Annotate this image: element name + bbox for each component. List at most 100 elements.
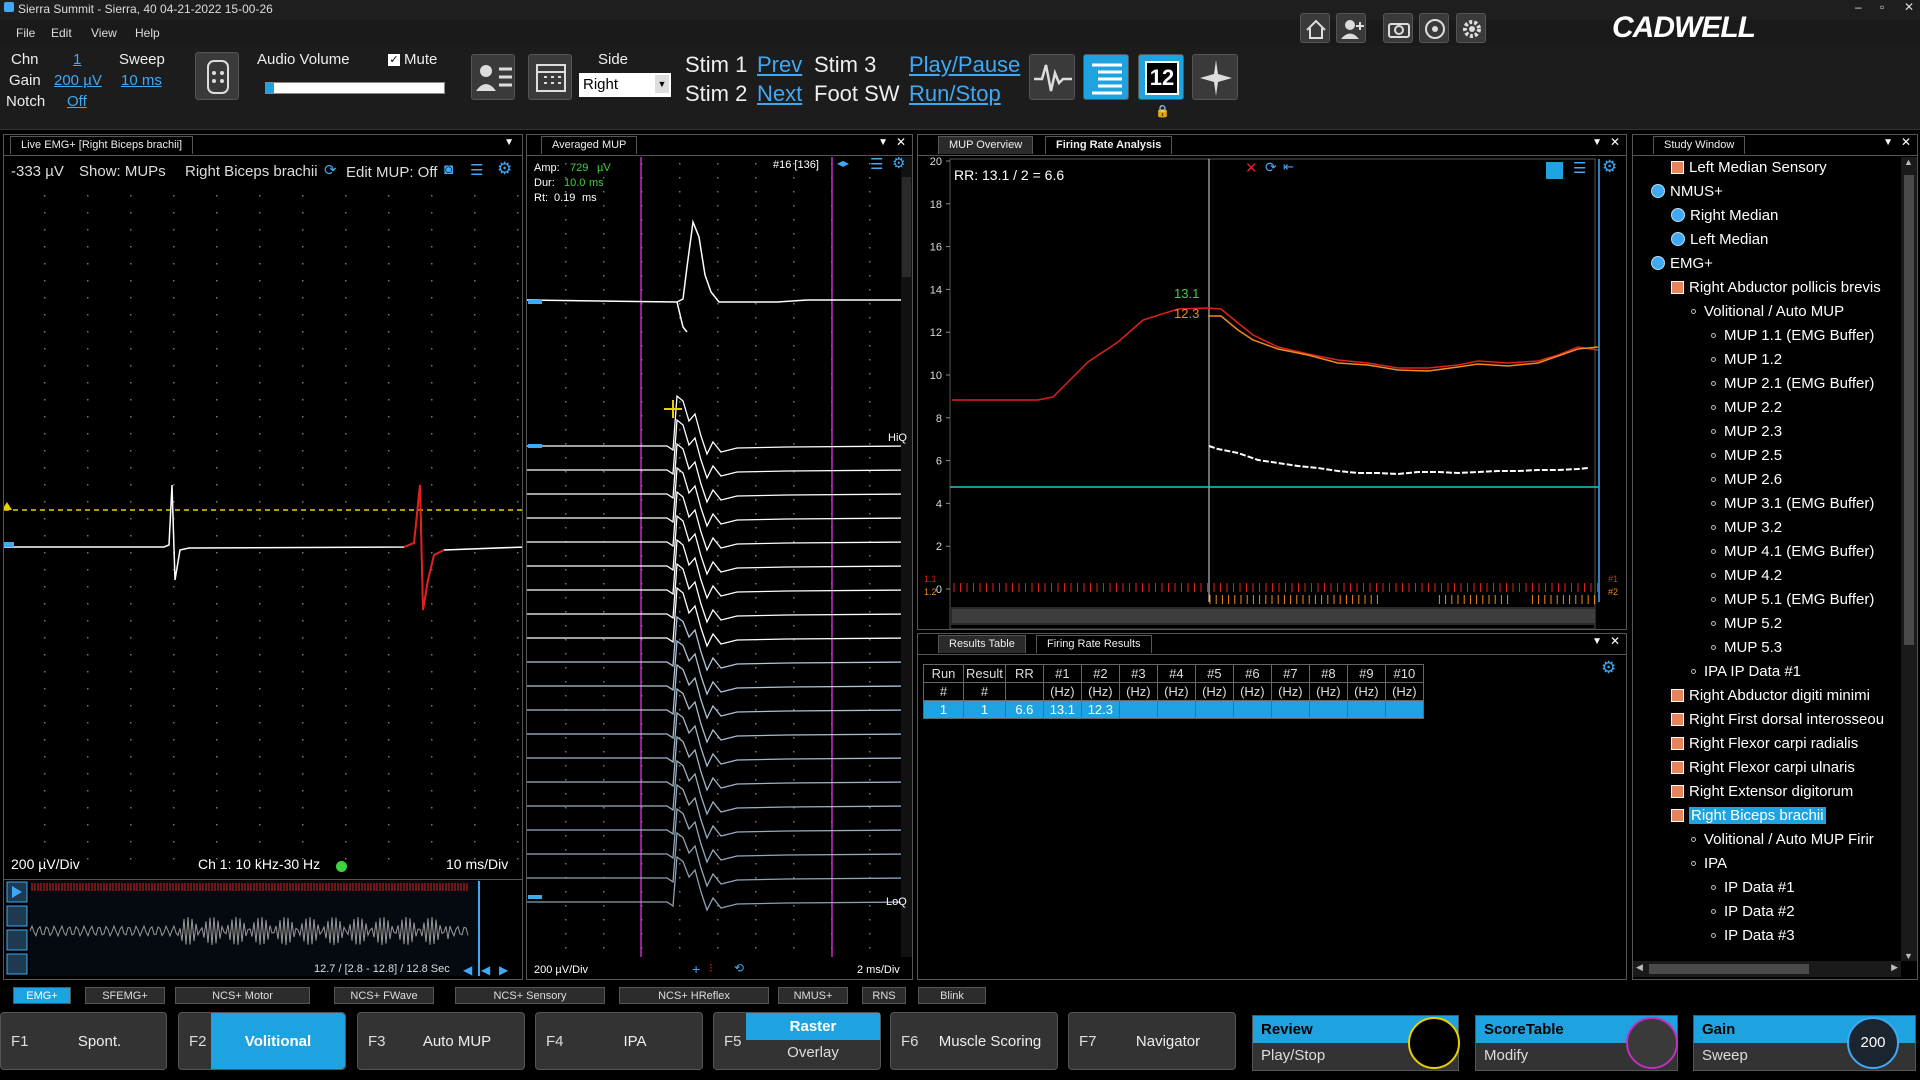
tree-item[interactable]: IPA [1691, 855, 1727, 872]
mute-checkbox[interactable]: ✓ [388, 54, 400, 66]
firing-rate-results-tab[interactable]: Firing Rate Results [1036, 635, 1152, 653]
menu-view[interactable]: View [91, 26, 117, 40]
add-patient-icon[interactable] [1336, 13, 1366, 43]
function-key[interactable]: F1 Spont. [0, 1012, 167, 1070]
panel-dropdown-icon[interactable]: ▼ [1592, 137, 1602, 148]
patient-info-button[interactable] [471, 54, 515, 100]
scoretable-knob[interactable] [1626, 1017, 1678, 1069]
mode-tab[interactable]: SFEMG+ [85, 987, 165, 1004]
menu-help[interactable]: Help [135, 26, 160, 40]
menu-file[interactable]: File [16, 26, 35, 40]
gain-knob[interactable]: 200 [1847, 1017, 1899, 1069]
tree-item[interactable]: MUP 3.2 [1711, 519, 1782, 536]
mode-tab[interactable]: NMUS+ [778, 987, 848, 1004]
tree-item[interactable]: Right Median [1671, 207, 1778, 224]
function-key[interactable]: F5 Raster Overlay [713, 1012, 881, 1070]
tree-item[interactable]: MUP 2.3 [1711, 423, 1782, 440]
study-window-tab[interactable]: Study Window [1653, 136, 1746, 154]
scroll-left-icon[interactable]: ◀ [463, 963, 472, 977]
review-knob[interactable] [1408, 1017, 1460, 1069]
table-row[interactable]: 1 1 6.6 13.1 12.3 [923, 700, 1424, 719]
expand-range-icon[interactable]: ⇤ [1283, 159, 1294, 175]
calendar-button[interactable] [528, 54, 572, 100]
live-show-mode[interactable]: Show: MUPs [79, 163, 166, 180]
prev-link[interactable]: Prev [757, 52, 802, 78]
mode-tab[interactable]: EMG+ [13, 987, 71, 1004]
close-window-icon[interactable]: ✕ [1904, 0, 1914, 14]
panel-dropdown-icon[interactable]: ▼ [1592, 636, 1602, 647]
tree-item[interactable]: MUP 4.2 [1711, 567, 1782, 584]
gain-sweep-toggle[interactable]: Gain Sweep 200 [1693, 1015, 1916, 1071]
move-arrows-icon[interactable]: ◂▸ [837, 156, 849, 170]
firing-rate-analysis-tab[interactable]: Firing Rate Analysis [1045, 136, 1173, 154]
function-key[interactable]: F6 Muscle Scoring [890, 1012, 1058, 1070]
next-link[interactable]: Next [757, 81, 802, 107]
tree-item[interactable]: Right Flexor carpi radialis [1671, 735, 1858, 752]
tree-item[interactable]: IP Data #3 [1711, 927, 1795, 944]
tree-item[interactable]: MUP 5.3 [1711, 639, 1782, 656]
edit-mup-toggle[interactable]: Edit MUP: Off [346, 164, 437, 181]
tree-item[interactable]: Left Median [1671, 231, 1768, 248]
live-emg-tab[interactable]: Live EMG+ [Right Biceps brachii] [10, 136, 194, 154]
minimize-icon[interactable]: – [1855, 0, 1862, 14]
panel-dropdown-icon[interactable]: ▼ [878, 137, 888, 148]
tree-item[interactable]: IP Data #2 [1711, 903, 1795, 920]
tree-item[interactable]: MUP 3.1 (EMG Buffer) [1711, 495, 1874, 512]
mode-tab[interactable]: Blink [918, 987, 986, 1004]
tree-item[interactable]: MUP 4.1 (EMG Buffer) [1711, 543, 1874, 560]
refresh-icon[interactable]: ⟳ [1265, 159, 1277, 176]
display-toggle-icon[interactable] [1546, 162, 1563, 179]
function-key[interactable]: F3 Auto MUP [357, 1012, 525, 1070]
review-toggle[interactable]: Review Play/Stop [1252, 1015, 1460, 1071]
mode-tab[interactable]: NCS+ FWave [334, 987, 434, 1004]
gear-icon[interactable]: ⚙ [1601, 658, 1616, 678]
settings-gear-icon[interactable] [1456, 13, 1486, 43]
marker-icon[interactable]: ⁝ [709, 961, 713, 975]
tree-item[interactable]: MUP 2.2 [1711, 399, 1782, 416]
sweep-value[interactable]: 10 ms [121, 72, 162, 89]
function-key[interactable]: F7 Navigator [1068, 1012, 1236, 1070]
gear-icon[interactable]: ⚙ [892, 154, 905, 172]
emg-buffer-overview[interactable] [30, 881, 480, 976]
tree-item[interactable]: MUP 1.1 (EMG Buffer) [1711, 327, 1874, 344]
reset-icon[interactable]: ⟲ [734, 961, 744, 975]
tree-vertical-scrollbar[interactable]: ▲ ▼ [1901, 157, 1917, 961]
restore-icon[interactable]: ▫ [1880, 0, 1884, 14]
camera-icon[interactable] [1383, 13, 1413, 43]
mode-tab[interactable]: RNS [862, 987, 906, 1004]
menu-icon[interactable]: ☰ [470, 161, 483, 179]
tree-horizontal-scrollbar[interactable]: ◀ ▶ [1633, 961, 1901, 977]
waveform-button[interactable] [1029, 54, 1075, 100]
results-table-tab[interactable]: Results Table [938, 635, 1026, 653]
notch-value[interactable]: Off [67, 93, 87, 110]
chn-value[interactable]: 1 [73, 51, 81, 68]
panel-dropdown-icon[interactable]: ▼ [504, 137, 514, 148]
mup-overview-tab[interactable]: MUP Overview [938, 136, 1034, 154]
panel-dropdown-icon[interactable]: ▼ [1883, 137, 1893, 148]
scroll-left-fast-icon[interactable]: ◀ [481, 963, 490, 977]
averaged-mup-traces[interactable] [527, 157, 912, 957]
delete-icon[interactable]: ✕ [1245, 159, 1258, 177]
mode-tab[interactable]: NCS+ Motor [175, 987, 310, 1004]
menu-icon[interactable]: ☰ [870, 155, 883, 173]
tree-item[interactable]: MUP 2.1 (EMG Buffer) [1711, 375, 1874, 392]
function-key[interactable]: F2 Volitional [178, 1012, 346, 1070]
tree-item[interactable]: IPA IP Data #1 [1691, 663, 1801, 680]
averaged-mup-tab[interactable]: Averaged MUP [541, 136, 638, 154]
close-panel-icon[interactable]: ✕ [1610, 634, 1620, 648]
refresh-icon[interactable]: ⟳ [324, 161, 337, 179]
close-panel-icon[interactable]: ✕ [1610, 135, 1620, 149]
camera-small-icon[interactable]: ◙ [444, 161, 453, 178]
stimulus-burst-button[interactable] [1192, 54, 1238, 100]
tree-item[interactable]: MUP 5.2 [1711, 615, 1782, 632]
tree-item[interactable]: Right Abductor pollicis brevis [1671, 279, 1881, 296]
add-marker-icon[interactable]: + [692, 961, 700, 977]
review-controls[interactable] [6, 881, 30, 977]
audio-volume-slider[interactable] [265, 82, 445, 94]
mode-tab[interactable]: NCS+ Sensory [455, 987, 605, 1004]
run-stop-link[interactable]: Run/Stop [909, 81, 1001, 107]
tree-item[interactable]: NMUS+ [1651, 183, 1723, 200]
support-icon[interactable] [1419, 13, 1449, 43]
close-panel-icon[interactable]: ✕ [1901, 135, 1911, 149]
list-view-button[interactable] [1083, 54, 1129, 100]
